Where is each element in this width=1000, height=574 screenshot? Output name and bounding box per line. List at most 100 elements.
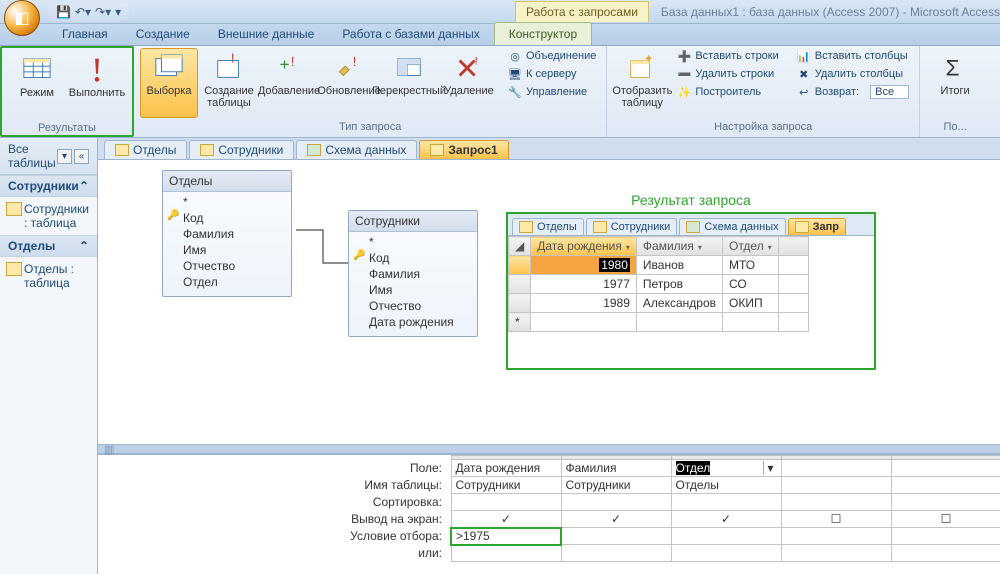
criteria-cell[interactable] — [671, 528, 781, 545]
tab-schema[interactable]: Схема данных — [296, 140, 417, 159]
sort-cell[interactable] — [891, 494, 1000, 511]
qat-undo-icon[interactable]: ↶▾ — [75, 5, 91, 19]
col-add[interactable] — [778, 237, 808, 256]
result-tab-zapros[interactable]: Запр — [788, 218, 846, 235]
criteria-cell[interactable] — [891, 528, 1000, 545]
make-table-button[interactable]: ! Создание таблицы — [200, 48, 258, 118]
delete-query-button[interactable]: ! Удаление — [440, 48, 498, 118]
tab-create[interactable]: Создание — [122, 23, 204, 45]
tab-external-data[interactable]: Внешние данные — [204, 23, 329, 45]
cell-fam[interactable]: Иванов — [636, 256, 722, 275]
tab-database-tools[interactable]: Работа с базами данных — [328, 23, 493, 45]
row-selector[interactable] — [509, 294, 531, 313]
dropdown-icon[interactable]: ▾ — [768, 243, 772, 252]
cell-birth[interactable]: 1977 — [531, 275, 637, 294]
cell-dept[interactable]: МТО — [723, 256, 779, 275]
qat-redo-icon[interactable]: ↷▾ — [95, 5, 111, 19]
or-cell[interactable] — [561, 545, 671, 562]
select-query-button[interactable]: Выборка — [140, 48, 198, 118]
tab-zapros1[interactable]: Запрос1 — [419, 140, 508, 159]
nav-collapse-icon[interactable]: « — [74, 149, 89, 164]
field-cell[interactable]: Фамилия — [561, 460, 671, 477]
show-checkbox[interactable]: ☐ — [891, 511, 1000, 528]
tab-otdely[interactable]: Отделы — [104, 140, 187, 159]
design-canvas[interactable]: Отделы * Код Фамилия Имя Отчество Отдел … — [98, 160, 1000, 444]
totals-button[interactable]: Σ Итоги — [926, 48, 984, 118]
show-checkbox[interactable]: ✓ — [561, 511, 671, 528]
append-button[interactable]: +! Добавление — [260, 48, 318, 118]
or-cell[interactable] — [891, 545, 1000, 562]
show-checkbox[interactable]: ✓ — [451, 511, 561, 528]
nav-dropdown-icon[interactable]: ▾ — [57, 149, 72, 164]
qat-save-icon[interactable]: 💾 — [56, 5, 71, 19]
field-cell[interactable]: Дата рождения — [451, 460, 561, 477]
dropdown-icon[interactable]: ▾ — [763, 461, 776, 475]
criteria-cell[interactable] — [561, 528, 671, 545]
or-cell[interactable] — [671, 545, 781, 562]
show-table-button[interactable]: ✦ Отобразить таблицу — [613, 48, 671, 118]
field-cell[interactable] — [781, 460, 891, 477]
tab-sotrudniki[interactable]: Сотрудники — [189, 140, 294, 159]
table-row[interactable]: 1980 Иванов МТО — [509, 256, 809, 275]
nav-header[interactable]: Все таблицы ▾ « — [0, 138, 97, 175]
cell-fam[interactable]: Александров — [636, 294, 722, 313]
table-cell[interactable]: Сотрудники — [451, 477, 561, 494]
nav-item-sotrudniki-table[interactable]: Сотрудники : таблица — [0, 197, 97, 235]
sort-cell[interactable] — [451, 494, 561, 511]
pass-through-button[interactable]: 🖥К серверу — [504, 66, 600, 82]
data-definition-button[interactable]: 🔧Управление — [504, 84, 600, 100]
criteria-cell[interactable] — [781, 528, 891, 545]
builder-button[interactable]: ✨Построитель — [673, 84, 782, 100]
table-cell[interactable]: Отделы — [671, 477, 781, 494]
nav-item-otdely-table[interactable]: Отделы : таблица — [0, 257, 97, 295]
cell-dept[interactable]: СО — [723, 275, 779, 294]
select-all-cell[interactable]: ◢ — [509, 237, 531, 256]
delete-cols-button[interactable]: ✖Удалить столбцы — [793, 66, 913, 82]
col-header-birth[interactable]: Дата рождения▾ — [531, 237, 637, 256]
cell-fam[interactable]: Петров — [636, 275, 722, 294]
col-header-dept[interactable]: Отдел▾ — [723, 237, 779, 256]
show-checkbox[interactable]: ☐ — [781, 511, 891, 528]
view-button[interactable]: Режим — [8, 50, 66, 120]
table-row[interactable]: 1989 Александров ОКИП — [509, 294, 809, 313]
or-cell[interactable] — [451, 545, 561, 562]
dropdown-icon[interactable]: ▾ — [626, 243, 630, 252]
table-row-new[interactable]: * — [509, 313, 809, 332]
result-grid[interactable]: ◢ Дата рождения▾ Фамилия▾ Отдел▾ 1980 Ив… — [508, 236, 809, 332]
result-tab-otdely[interactable]: Отделы — [512, 218, 584, 235]
insert-rows-button[interactable]: ➕Вставить строки — [673, 48, 782, 64]
sort-cell[interactable] — [781, 494, 891, 511]
result-tab-sotrudniki[interactable]: Сотрудники — [586, 218, 678, 235]
table-cell[interactable] — [781, 477, 891, 494]
row-selector-new[interactable]: * — [509, 313, 531, 332]
dropdown-icon[interactable]: ▾ — [698, 243, 702, 252]
design-grid[interactable]: Дата рождения Фамилия Отдел ▾ Сотрудники… — [450, 455, 1000, 574]
criteria-cell[interactable]: >1975 — [451, 528, 561, 545]
office-orb-button[interactable] — [4, 0, 40, 36]
union-button[interactable]: ◎Объединение — [504, 48, 600, 64]
col-header-fam[interactable]: Фамилия▾ — [636, 237, 722, 256]
row-selector[interactable] — [509, 256, 531, 275]
table-row[interactable]: 1977 Петров СО — [509, 275, 809, 294]
delete-rows-button[interactable]: ➖Удалить строки — [673, 66, 782, 82]
nav-category-otdely[interactable]: Отделы ⌃ — [0, 235, 97, 257]
pane-splitter[interactable] — [98, 444, 1000, 454]
update-button[interactable]: ! Обновление — [320, 48, 378, 118]
return-control[interactable]: ↩Возврат: Все — [793, 84, 913, 100]
cell-birth[interactable]: 1980 — [599, 258, 630, 272]
row-selector[interactable] — [509, 275, 531, 294]
result-tab-schema[interactable]: Схема данных — [679, 218, 785, 235]
show-checkbox[interactable]: ✓ — [671, 511, 781, 528]
cell-birth[interactable]: 1989 — [531, 294, 637, 313]
sort-cell[interactable] — [671, 494, 781, 511]
insert-cols-button[interactable]: 📊Вставить столбцы — [793, 48, 913, 64]
qat-customize-icon[interactable]: ▾ — [115, 5, 121, 19]
field-cell[interactable] — [891, 460, 1000, 477]
return-dropdown[interactable]: Все — [870, 85, 909, 99]
table-cell[interactable] — [891, 477, 1000, 494]
nav-category-sotrudniki[interactable]: Сотрудники ⌃ — [0, 175, 97, 197]
tab-home[interactable]: Главная — [48, 23, 122, 45]
tab-design[interactable]: Конструктор — [494, 22, 592, 45]
or-cell[interactable] — [781, 545, 891, 562]
cell-dept[interactable]: ОКИП — [723, 294, 779, 313]
